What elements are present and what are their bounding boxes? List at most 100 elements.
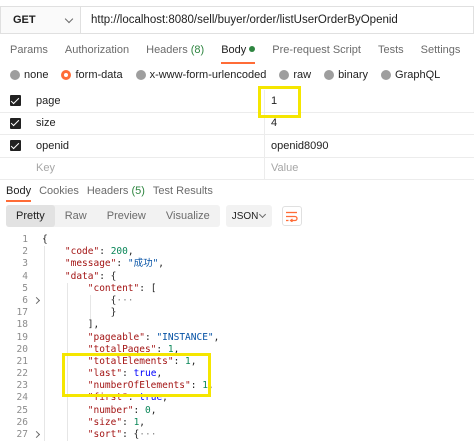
radio-icon xyxy=(279,70,290,80)
fold-gutter xyxy=(30,307,42,319)
response-tab-body[interactable]: Body xyxy=(6,185,32,202)
code-text: "last": true, xyxy=(87,368,163,380)
param-key[interactable]: size xyxy=(31,112,265,135)
format-select[interactable]: JSON xyxy=(225,205,272,227)
param-key-placeholder[interactable]: Key xyxy=(31,157,265,180)
code-line: 26 "size": 1, xyxy=(0,416,474,429)
param-key[interactable]: openid xyxy=(31,134,265,157)
line-number: 27 xyxy=(16,429,28,440)
view-visualize[interactable]: Visualize xyxy=(156,205,220,227)
code-text: "totalPages": 1, xyxy=(87,343,180,355)
indent-guide xyxy=(66,294,68,308)
tab-label: Body xyxy=(6,185,32,197)
fold-gutter xyxy=(30,271,42,283)
code-line: 18 ], xyxy=(0,319,474,332)
tab-label: Headers xyxy=(86,185,129,197)
tab-label: Cookies xyxy=(39,185,79,197)
tab-pre-request-script[interactable]: Pre-request Script xyxy=(272,42,361,60)
param-value-placeholder[interactable]: Value xyxy=(265,157,474,179)
form-data-table: page 1 size 4 openid openid8090 Key Valu… xyxy=(0,89,474,180)
indent-guide xyxy=(44,343,45,356)
method-label: GET xyxy=(13,14,36,26)
radio-x-www-form-urlencoded[interactable]: x-www-form-urlencoded xyxy=(135,69,266,81)
tab-label: Settings xyxy=(420,44,461,56)
response-tab-headers[interactable]: Headers (5) xyxy=(87,185,145,197)
fold-gutter xyxy=(30,258,42,270)
radio-icon xyxy=(324,70,335,80)
tab-label: Params xyxy=(10,44,48,56)
fold-gutter xyxy=(30,356,42,368)
indent-guide xyxy=(44,282,45,295)
radio-none[interactable]: none xyxy=(10,69,48,81)
tab-label: Authorization xyxy=(64,44,130,56)
tab-authorization[interactable]: Authorization xyxy=(65,42,129,60)
radio-selected-icon xyxy=(61,70,72,80)
url-input[interactable]: http://localhost:8080/sell/buyer/order/l… xyxy=(80,6,474,34)
tab-label: Test Results xyxy=(152,185,213,197)
code-text: } xyxy=(42,307,117,319)
fold-gutter xyxy=(30,283,42,295)
radio-raw[interactable]: raw xyxy=(279,69,311,81)
fold-gutter xyxy=(30,405,42,417)
tab-params[interactable]: Params xyxy=(10,42,48,60)
radio-form-data[interactable]: form-data xyxy=(61,69,123,81)
tab-settings[interactable]: Settings xyxy=(421,42,461,60)
active-indicator-icon xyxy=(249,46,256,52)
line-number: 22 xyxy=(16,368,28,380)
line-number: 18 xyxy=(16,319,28,331)
method-select[interactable]: GET xyxy=(0,6,80,34)
line-number: 4 xyxy=(22,270,28,282)
indent-guide xyxy=(44,319,45,332)
radio-binary[interactable]: binary xyxy=(324,69,368,81)
param-value[interactable]: 4 xyxy=(265,112,474,134)
chevron-right-icon[interactable] xyxy=(30,295,42,307)
indent-guide xyxy=(44,380,45,393)
param-key[interactable]: page xyxy=(31,89,265,112)
code-text: {··· xyxy=(42,294,134,306)
checkbox-checked-icon[interactable] xyxy=(10,95,21,107)
checkbox-checked-icon[interactable] xyxy=(10,140,21,152)
response-tab-test-results[interactable]: Test Results xyxy=(153,185,213,197)
line-number: 5 xyxy=(22,282,28,294)
tab-label: Headers xyxy=(146,44,188,56)
response-tab-cookies[interactable]: Cookies xyxy=(39,185,79,197)
response-tabs: Body Cookies Headers (5) Test Results xyxy=(0,183,215,202)
line-number: 21 xyxy=(16,355,28,367)
tab-body[interactable]: Body xyxy=(221,42,256,64)
line-number: 1 xyxy=(22,234,28,245)
fold-gutter xyxy=(30,368,42,380)
tab-headers[interactable]: Headers (8) xyxy=(146,42,204,60)
param-row: page 1 xyxy=(0,89,474,113)
param-row: size 4 xyxy=(0,112,474,135)
code-line: 2 "code": 200, xyxy=(0,246,474,259)
param-value[interactable]: openid8090 xyxy=(265,135,474,157)
param-row-empty: Key Value xyxy=(0,157,474,180)
checkbox-checked-icon[interactable] xyxy=(10,117,21,129)
radio-graphql[interactable]: GraphQL xyxy=(381,69,440,81)
fold-gutter xyxy=(30,417,42,429)
chevron-down-icon xyxy=(258,210,266,219)
code-line: 22 "last": true, xyxy=(0,368,474,381)
tab-tests[interactable]: Tests xyxy=(378,42,404,60)
code-text: "message": "成功", xyxy=(64,258,165,270)
code-line: 6 {··· xyxy=(0,294,474,308)
indent-guide xyxy=(44,294,45,308)
indent-guide xyxy=(44,404,45,417)
body-type-group: none form-data x-www-form-urlencoded raw… xyxy=(0,68,443,82)
line-number: 26 xyxy=(16,416,28,428)
code-text: "code": 200, xyxy=(64,246,134,258)
indent-guide xyxy=(66,282,68,295)
code-text: "totalElements": 1, xyxy=(87,355,197,367)
indent-guide xyxy=(44,258,45,271)
view-pretty[interactable]: Pretty xyxy=(6,205,55,227)
tab-label: Body xyxy=(221,44,247,56)
fold-gutter xyxy=(30,332,42,344)
indent-guide xyxy=(66,343,68,356)
view-preview[interactable]: Preview xyxy=(97,205,156,227)
code-text: "sort": {··· xyxy=(87,429,157,440)
code-text: "size": 1, xyxy=(87,416,146,428)
param-value[interactable]: 1 xyxy=(265,90,474,112)
view-raw[interactable]: Raw xyxy=(55,205,97,227)
chevron-right-icon[interactable] xyxy=(30,429,42,441)
wrap-lines-button[interactable] xyxy=(281,206,302,226)
